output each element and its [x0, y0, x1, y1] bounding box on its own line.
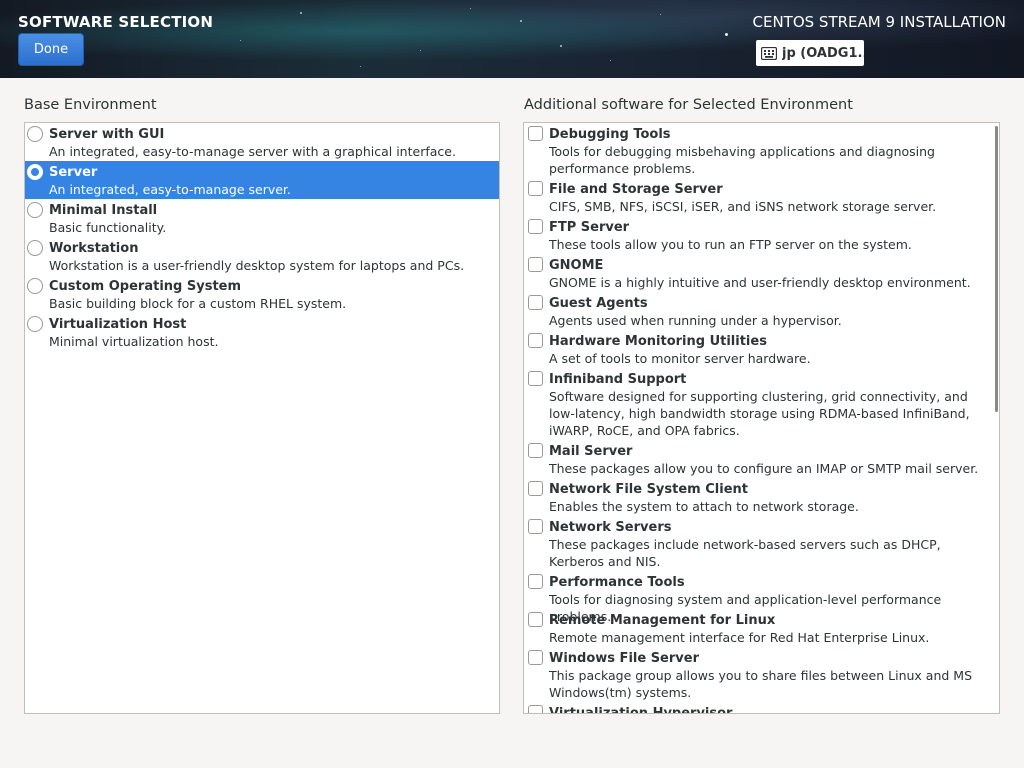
radio-button[interactable]: [27, 164, 43, 180]
addon-name: GNOME: [549, 258, 604, 273]
checkbox[interactable]: [528, 650, 543, 665]
environment-name: Server: [49, 165, 98, 180]
addon-name: Guest Agents: [549, 296, 648, 311]
radio-button[interactable]: [27, 240, 43, 256]
environment-option-custom-operating-system[interactable]: Custom Operating System Basic building bl…: [25, 275, 499, 313]
checkbox[interactable]: [528, 126, 543, 141]
environment-description: Workstation is a user-friendly desktop s…: [49, 258, 465, 273]
addon-description: These tools allow you to run an FTP serv…: [549, 237, 912, 252]
checkbox[interactable]: [528, 295, 543, 310]
addon-option-windows-file-server[interactable]: Windows File Server This package group al…: [524, 647, 999, 702]
addon-name: Network File System Client: [549, 482, 748, 497]
addon-option-guest-agents[interactable]: Guest Agents Agents used when running und…: [524, 292, 999, 330]
radio-button[interactable]: [27, 126, 43, 142]
addon-name: Debugging Tools: [549, 127, 671, 142]
environment-name: Minimal Install: [49, 203, 158, 218]
installation-title: CENTOS STREAM 9 INSTALLATION: [752, 13, 1007, 31]
addon-description: These packages include network-based ser…: [549, 537, 941, 569]
checkbox[interactable]: [528, 371, 543, 386]
checkbox[interactable]: [528, 612, 543, 627]
addon-option-remote-management-for-linux[interactable]: Remote Management for Linux Remote manage…: [524, 609, 999, 647]
addon-option-mail-server[interactable]: Mail Server These packages allow you to c…: [524, 440, 999, 478]
addon-name: Remote Management for Linux: [549, 613, 776, 628]
environment-option-minimal-install[interactable]: Minimal Install Basic functionality.: [25, 199, 499, 237]
radio-button[interactable]: [27, 316, 43, 332]
addon-description: Software designed for supporting cluster…: [549, 389, 970, 438]
keyboard-layout-label: jp (OADG1...: [782, 45, 864, 61]
environment-option-server[interactable]: Server An integrated, easy-to-manage serv…: [25, 161, 499, 199]
addon-option-network-file-system-client[interactable]: Network File System Client Enables the sy…: [524, 478, 999, 516]
addon-option-infiniband-support[interactable]: Infiniband Support Software designed for …: [524, 368, 999, 440]
addon-name: Mail Server: [549, 444, 633, 459]
addon-description: CIFS, SMB, NFS, iSCSI, iSER, and iSNS ne…: [549, 199, 937, 214]
environment-description: Basic functionality.: [49, 220, 167, 235]
addon-name: File and Storage Server: [549, 182, 723, 197]
checkbox[interactable]: [528, 705, 543, 713]
keyboard-layout-indicator[interactable]: jp (OADG1...: [756, 40, 864, 66]
addon-name: Network Servers: [549, 520, 672, 535]
addon-description: These packages allow you to configure an…: [549, 461, 979, 476]
environment-description: Basic building block for a custom RHEL s…: [49, 296, 347, 311]
addon-option-file-and-storage-server[interactable]: File and Storage Server CIFS, SMB, NFS, i…: [524, 178, 999, 216]
addon-option-network-servers[interactable]: Network Servers These packages include ne…: [524, 516, 999, 571]
header-bar: SOFTWARE SELECTION Done CENTOS STREAM 9 …: [0, 0, 1024, 78]
environment-name: Custom Operating System: [49, 279, 242, 294]
checkbox[interactable]: [528, 257, 543, 272]
environment-name: Workstation: [49, 241, 139, 256]
addon-option-hardware-monitoring-utilities[interactable]: Hardware Monitoring Utilities A set of to…: [524, 330, 999, 368]
additional-software-label: Additional software for Selected Environ…: [524, 97, 853, 113]
environment-description: Minimal virtualization host.: [49, 334, 219, 349]
checkbox[interactable]: [528, 443, 543, 458]
base-environment-label: Base Environment: [24, 97, 157, 113]
addon-description: This package group allows you to share f…: [549, 668, 972, 700]
additional-software-list: Debugging Tools Tools for debugging misbe…: [523, 122, 1000, 714]
addon-name: Infiniband Support: [549, 372, 687, 387]
environment-description: An integrated, easy-to-manage server wit…: [49, 144, 456, 159]
addon-description: A set of tools to monitor server hardwar…: [549, 351, 811, 366]
addon-name: Hardware Monitoring Utilities: [549, 334, 767, 349]
addon-name: FTP Server: [549, 220, 630, 235]
addon-name: Virtualization Hypervisor: [549, 706, 733, 714]
environment-option-server-with-gui[interactable]: Server with GUI An integrated, easy-to-ma…: [25, 123, 499, 161]
addon-option-gnome[interactable]: GNOME GNOME is a highly intuitive and use…: [524, 254, 999, 292]
scrollbar[interactable]: [995, 126, 998, 412]
radio-button[interactable]: [27, 202, 43, 218]
radio-dot: [31, 168, 39, 176]
checkbox[interactable]: [528, 219, 543, 234]
addon-option-performance-tools[interactable]: Performance Tools Tools for diagnosing sy…: [524, 571, 999, 624]
addon-description: Agents used when running under a hypervi…: [549, 313, 842, 328]
base-environment-list: Server with GUI An integrated, easy-to-ma…: [24, 122, 500, 714]
checkbox[interactable]: [528, 574, 543, 589]
radio-button[interactable]: [27, 278, 43, 294]
done-button[interactable]: Done: [18, 33, 84, 66]
keyboard-icon: [761, 46, 777, 60]
addon-name: Performance Tools: [549, 575, 685, 590]
checkbox[interactable]: [528, 333, 543, 348]
addon-option-debugging-tools[interactable]: Debugging Tools Tools for debugging misbe…: [524, 123, 999, 178]
addon-description: Tools for debugging misbehaving applicat…: [549, 144, 935, 176]
addon-name: Windows File Server: [549, 651, 699, 666]
environment-name: Server with GUI: [49, 127, 165, 142]
environment-description: An integrated, easy-to-manage server.: [49, 182, 291, 197]
environment-option-virtualization-host[interactable]: Virtualization Host Minimal virtualizatio…: [25, 313, 499, 351]
checkbox[interactable]: [528, 481, 543, 496]
page-title: SOFTWARE SELECTION: [18, 13, 214, 31]
checkbox[interactable]: [528, 181, 543, 196]
environment-name: Virtualization Host: [49, 317, 187, 332]
addon-description: Enables the system to attach to network …: [549, 499, 859, 514]
addon-description: Remote management interface for Red Hat …: [549, 630, 930, 645]
addon-option-ftp-server[interactable]: FTP Server These tools allow you to run a…: [524, 216, 999, 254]
addon-option-virtualization-hypervisor[interactable]: Virtualization Hypervisor: [524, 702, 999, 714]
addon-description: GNOME is a highly intuitive and user-fri…: [549, 275, 971, 290]
environment-option-workstation[interactable]: Workstation Workstation is a user-friendl…: [25, 237, 499, 275]
checkbox[interactable]: [528, 519, 543, 534]
